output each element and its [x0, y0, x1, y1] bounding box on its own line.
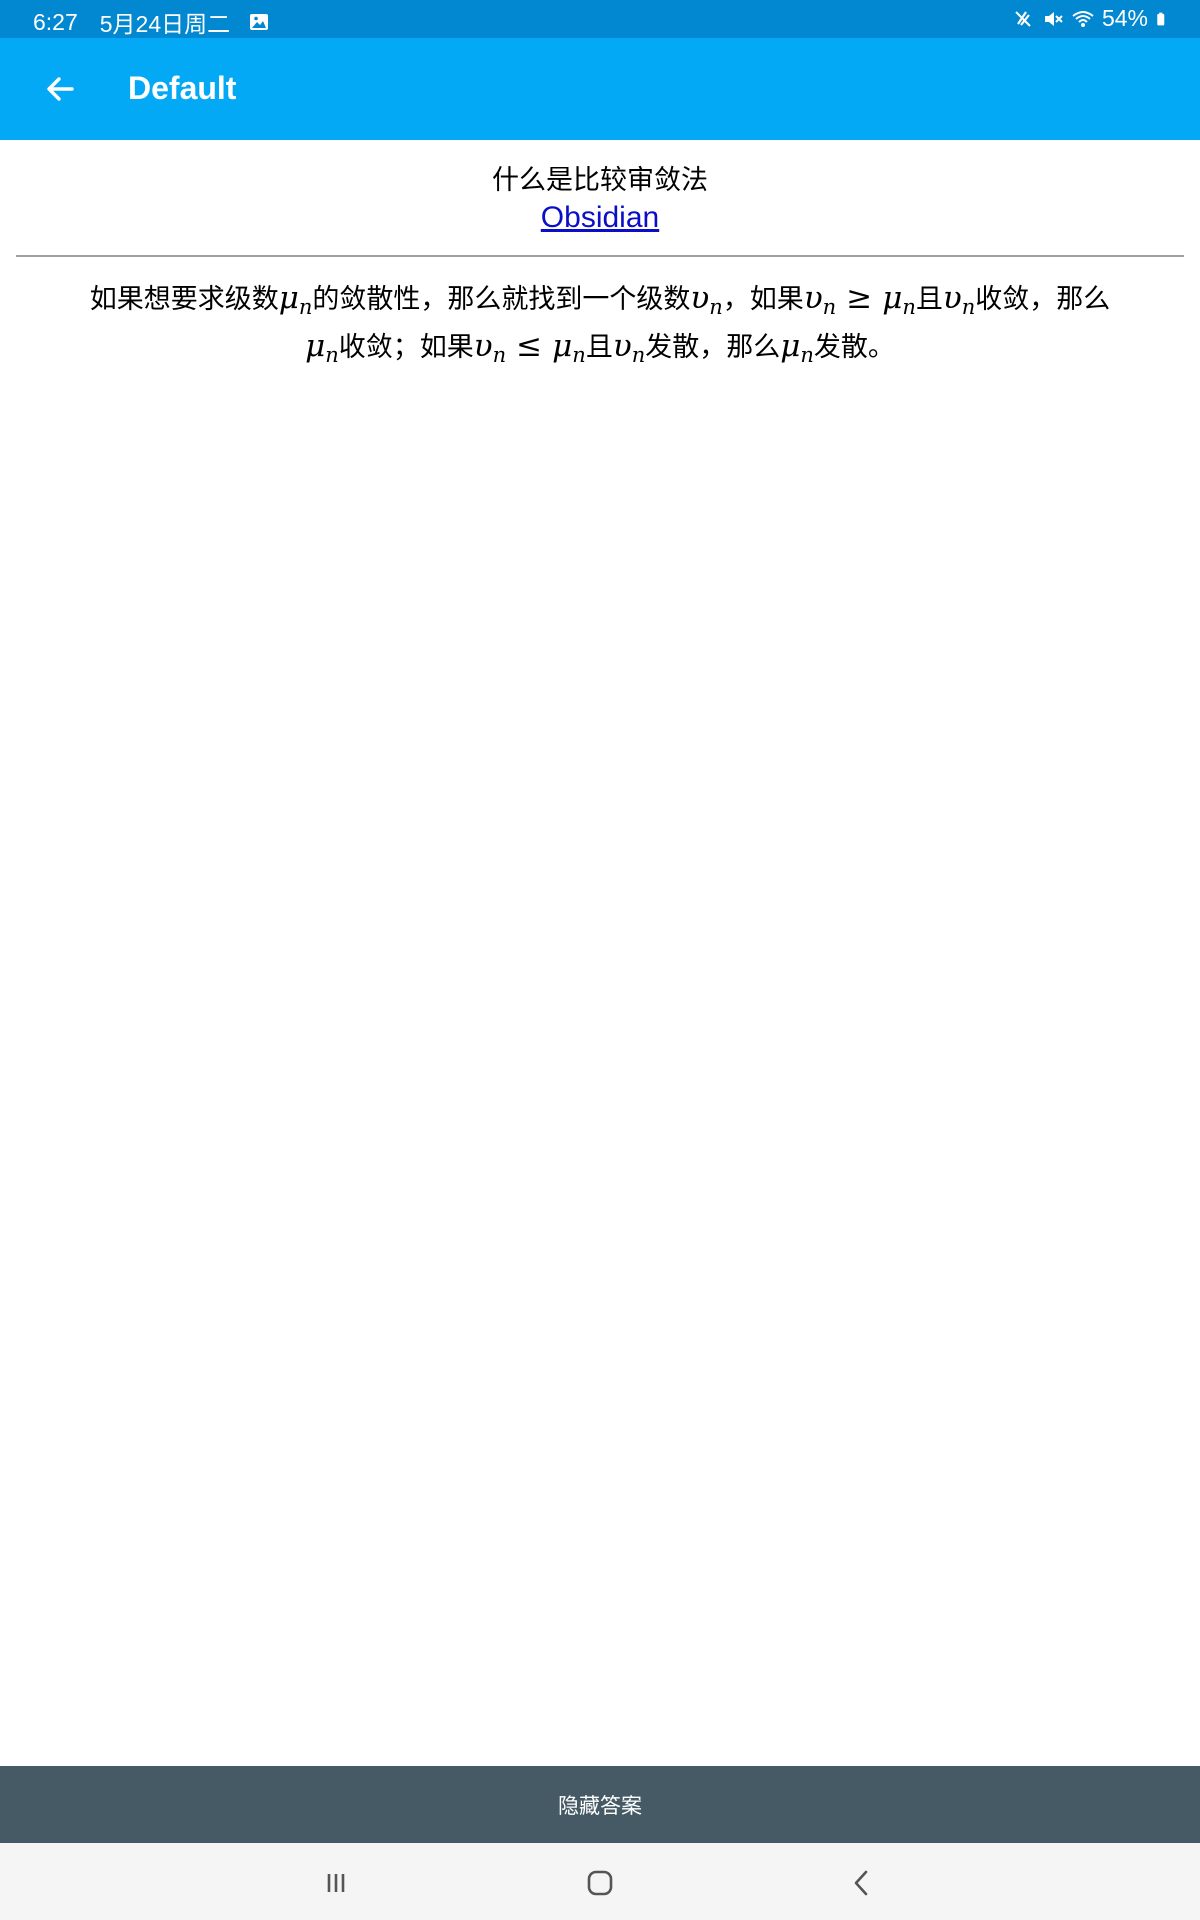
home-button[interactable] [580, 1863, 620, 1903]
app-title: Default [128, 70, 237, 106]
math-v-n: υn [612, 328, 646, 367]
answer-text-segment: 且 [585, 332, 613, 363]
battery-percent: 54% [1101, 5, 1148, 31]
wifi-icon [1072, 10, 1094, 27]
home-icon [587, 1870, 613, 1896]
answer-line-2: μn收敛；如果υn ≤ μn且υn发散，那么μn发散。 [16, 323, 1184, 371]
math-relation-geq: ≥ [846, 280, 873, 316]
answer-text-segment: 发散。 [813, 332, 895, 363]
math-mu-n: μn [305, 328, 339, 367]
status-right: 54% [1012, 5, 1170, 32]
answer-text-segment: 收敛；如果 [338, 332, 474, 363]
flashcard: 什么是比较审敛法 Obsidian 如果想要求级数μn的敛散性，那么就找到一个级… [0, 140, 1200, 371]
math-mu-n: μn [278, 280, 313, 319]
back-icon [854, 1870, 868, 1896]
answer-line-1: 如果想要求级数μn的敛散性，那么就找到一个级数υn，如果υn ≥ μn且υn收敛，那… [16, 275, 1184, 323]
answer-text-segment: 且 [915, 284, 943, 315]
math-v-n: υn [473, 328, 507, 367]
answer-text-segment: 的敛散性，那么就找到一个级数 [312, 284, 691, 315]
status-time: 6:27 [33, 8, 78, 35]
hide-answer-label: 隐藏答案 [558, 1793, 642, 1818]
math-relation-leq: ≤ [516, 328, 543, 364]
battery-icon [1157, 12, 1165, 25]
system-nav-bar [0, 1843, 1200, 1920]
status-left: 6:27 5月24日周二 [33, 5, 270, 39]
status-bar: 6:27 5月24日周二 54% [0, 0, 1200, 38]
image-icon [250, 14, 269, 30]
math-mu-n: μn [882, 280, 916, 319]
no-sound-icon [1015, 10, 1031, 27]
arrow-left-icon [47, 77, 74, 101]
system-back-button[interactable] [842, 1863, 882, 1903]
answer-text: 如果想要求级数μn的敛散性，那么就找到一个级数υn，如果υn ≥ μn且υn收敛，那… [16, 257, 1184, 371]
back-button[interactable] [36, 65, 84, 113]
math-v-n: υn [803, 280, 837, 319]
recent-apps-button[interactable] [316, 1863, 356, 1903]
answer-text-segment: 如果想要求级数 [89, 284, 279, 315]
math-mu-n: μn [780, 328, 814, 367]
app-bar: Default [0, 38, 1200, 140]
status-date: 5月24日周二 [99, 11, 231, 37]
source-link[interactable]: Obsidian [0, 199, 1200, 237]
hide-answer-button[interactable]: 隐藏答案 [0, 1766, 1200, 1843]
answer-text-segment: 发散，那么 [645, 332, 781, 363]
question-text: 什么是比较审敛法 [492, 165, 708, 196]
answer-text-segment: 收敛，那么 [975, 284, 1111, 315]
math-mu-n: μn [552, 328, 586, 367]
answer-text-segment: ，如果 [722, 284, 804, 315]
mute-icon [1044, 11, 1063, 26]
math-v-n: υn [690, 280, 723, 319]
math-v-n: υn [942, 280, 976, 319]
recent-apps-icon [327, 1874, 345, 1892]
